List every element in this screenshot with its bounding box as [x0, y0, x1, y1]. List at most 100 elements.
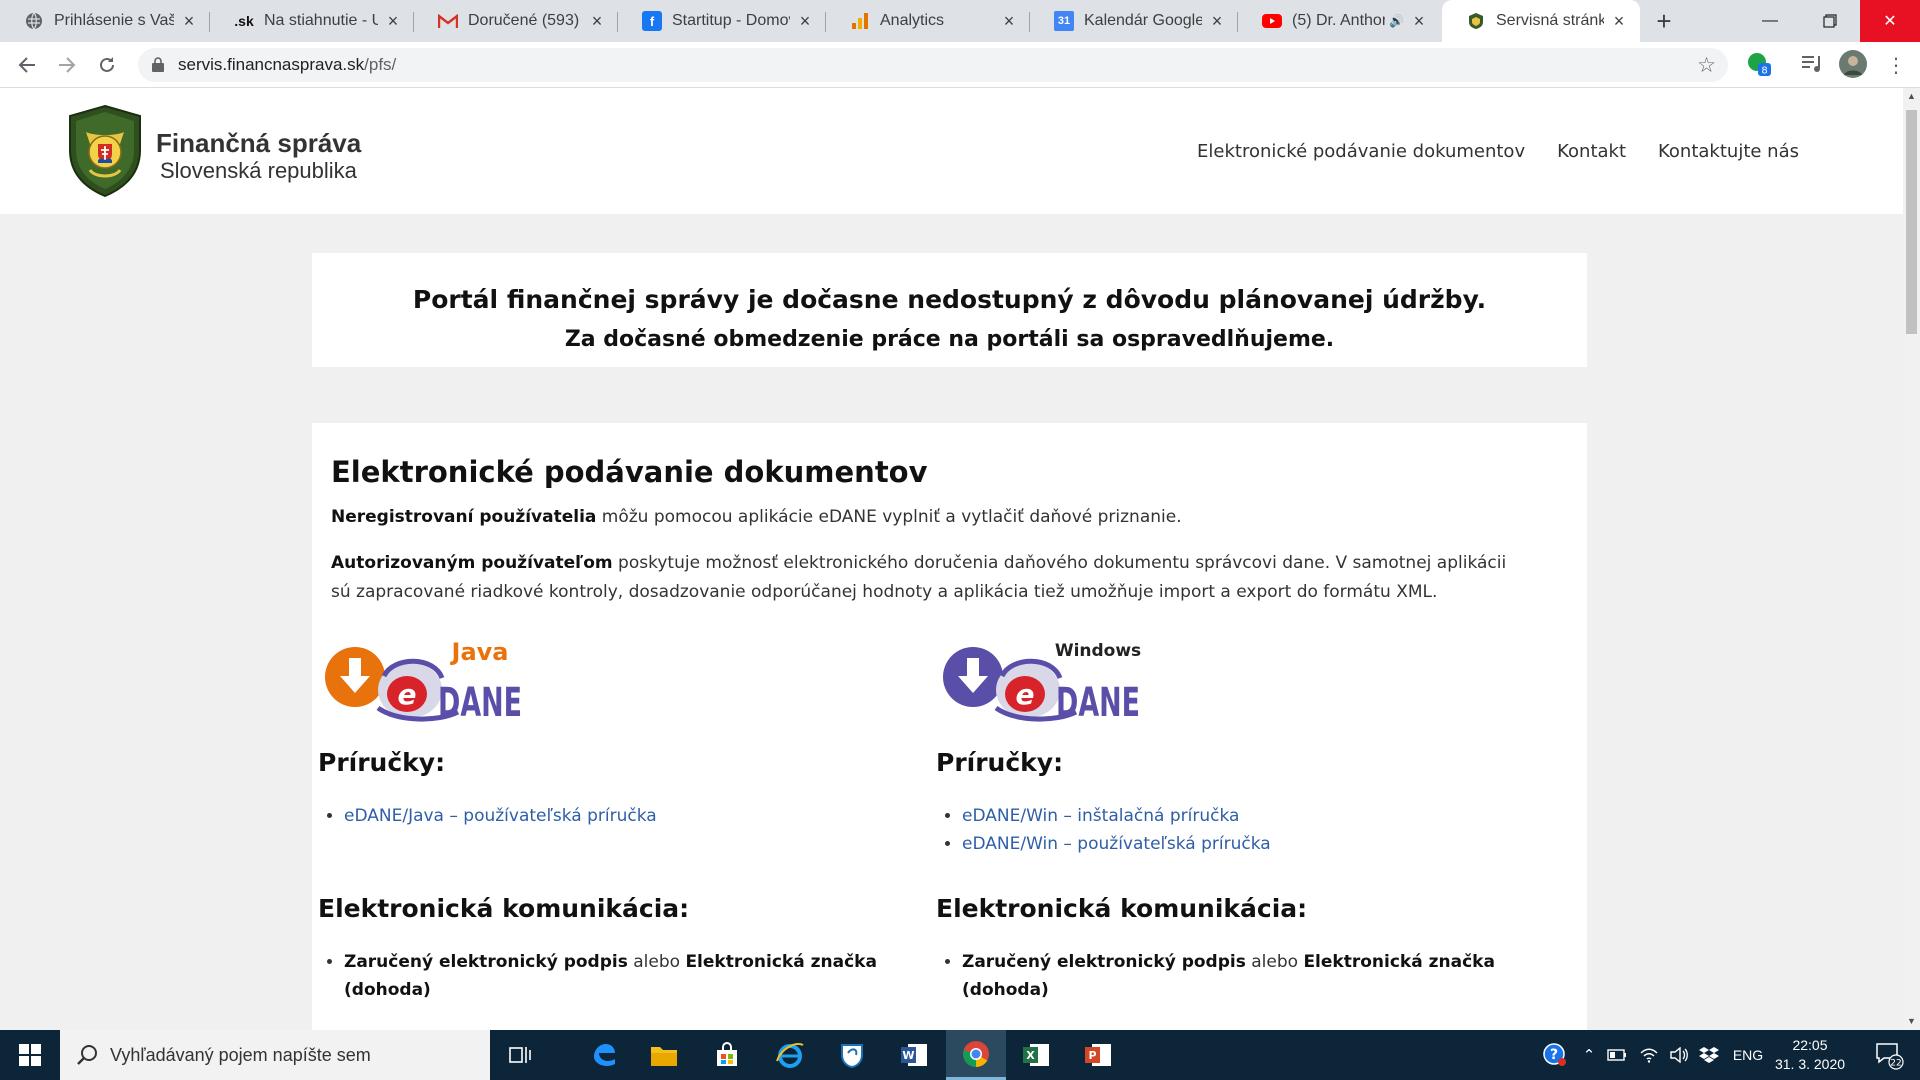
tab-kalendar[interactable]: 31 Kalendár Google - × — [1030, 0, 1238, 42]
win-manuals-heading: Príručky: — [936, 748, 1064, 777]
facebook-icon: f — [642, 11, 662, 31]
clock-date: 31. 3. 2020 — [1774, 1056, 1846, 1072]
extension-icon[interactable]: 8 — [1746, 51, 1772, 82]
tab-servisna-stranka[interactable]: Servisná stránka - × — [1442, 0, 1640, 42]
tab-title: Doručené (593) - n — [468, 12, 582, 29]
chrome-menu-icon[interactable]: ⋮ — [1886, 53, 1906, 78]
chevron-up-icon[interactable]: ⌃ — [1578, 1030, 1600, 1080]
browser-toolbar: servis.financnasprava.sk/pfs/ ☆ 8 ⋮ — [0, 42, 1920, 88]
win-manuals-list: eDANE/Win – inštalačná príručka eDANE/Wi… — [962, 802, 1271, 858]
financna-sprava-emblem[interactable] — [68, 104, 142, 198]
search-placeholder: Vyhľadávaný pojem napíšte sem — [110, 1045, 371, 1065]
forward-button[interactable] — [52, 50, 82, 80]
dropbox-icon[interactable] — [1696, 1030, 1722, 1080]
page-viewport: Finančná správa Slovenská republika Elek… — [0, 88, 1903, 1030]
clock-time: 22:05 — [1792, 1037, 1828, 1053]
windows-taskbar: Vyhľadávaný pojem napíšte sem W X P ? ⌃ — [0, 1030, 1920, 1080]
excel-icon[interactable]: X — [1006, 1030, 1066, 1080]
close-icon[interactable]: × — [1208, 12, 1226, 30]
edane-java-download-button[interactable]: e Java DANE — [322, 638, 562, 734]
win-communication-heading: Elektronická komunikácia: — [936, 894, 1308, 923]
media-controls-icon[interactable] — [1800, 53, 1824, 80]
store-icon[interactable] — [697, 1030, 757, 1080]
close-icon[interactable]: × — [1000, 12, 1018, 30]
shield-app-icon[interactable] — [822, 1030, 882, 1080]
close-icon[interactable]: × — [796, 12, 814, 30]
tab-strip: Prihlásenie s Vaším × .sk Na stiahnutie … — [0, 0, 1920, 42]
tab-title: Startitup - Domov — [672, 12, 790, 29]
battery-icon[interactable] — [1604, 1030, 1630, 1080]
address-bar[interactable]: servis.financnasprava.sk/pfs/ ☆ — [138, 48, 1728, 82]
new-tab-button[interactable]: + — [1650, 7, 1678, 35]
nav-kontakt[interactable]: Kontakt — [1557, 141, 1626, 162]
profile-avatar[interactable] — [1838, 49, 1868, 84]
list-item: Zaručený elektronický podpis alebo Elekt… — [962, 948, 1530, 1004]
nav-kontaktujte-nas[interactable]: Kontaktujte nás — [1658, 141, 1799, 162]
task-view-icon[interactable] — [490, 1030, 550, 1080]
close-icon[interactable]: × — [1610, 12, 1628, 30]
minimize-button[interactable]: — — [1740, 0, 1800, 42]
svg-text:Java: Java — [450, 638, 509, 666]
svg-text:e: e — [398, 678, 417, 711]
clock[interactable]: 22:05 31. 3. 2020 — [1770, 1036, 1850, 1074]
gmail-icon — [438, 11, 458, 31]
tab-na-stiahnutie[interactable]: .sk Na stiahnutie - UP × — [210, 0, 414, 42]
lock-icon[interactable] — [152, 57, 164, 72]
close-icon[interactable]: × — [1410, 12, 1428, 30]
tab-title: Prihlásenie s Vaším — [54, 12, 174, 29]
close-icon[interactable]: × — [384, 12, 402, 30]
help-icon[interactable]: ? — [1538, 1030, 1572, 1080]
list-item: eDANE/Win – používateľská príručka — [962, 830, 1271, 858]
sk-favicon-icon: .sk — [234, 13, 254, 29]
windows-logo-icon — [19, 1044, 41, 1066]
speaker-icon[interactable]: 🔊 — [1389, 14, 1404, 28]
brand-country: Slovenská republika — [160, 158, 357, 183]
scroll-up-arrow[interactable]: ▲ — [1903, 88, 1920, 105]
notice-headline: Portál finančnej správy je dočasne nedos… — [412, 285, 1487, 314]
edge-icon[interactable] — [574, 1030, 634, 1080]
win-install-manual-link[interactable]: eDANE/Win – inštalačná príručka — [962, 806, 1239, 826]
nav-elektronicke-podavanie[interactable]: Elektronické podávanie dokumentov — [1197, 141, 1525, 162]
svg-text:DANE: DANE — [1056, 680, 1140, 726]
bookmark-star-icon[interactable]: ☆ — [1697, 53, 1716, 78]
close-icon[interactable]: × — [588, 12, 606, 30]
svg-text:X: X — [1026, 1049, 1035, 1062]
brand-name: Finančná správa — [156, 128, 362, 158]
internet-explorer-icon[interactable] — [760, 1030, 820, 1080]
section-title: Elektronické podávanie dokumentov — [331, 455, 928, 489]
notification-center-icon[interactable]: 22 — [1864, 1030, 1914, 1080]
youtube-icon — [1262, 11, 1282, 31]
list-item: eDANE/Win – inštalačná príručka — [962, 802, 1271, 830]
tab-analytics[interactable]: Analytics × — [826, 0, 1030, 42]
powerpoint-icon[interactable]: P — [1068, 1030, 1128, 1080]
java-manuals-list: eDANE/Java – používateľská príručka — [344, 802, 657, 830]
tab-youtube[interactable]: (5) Dr. Anthon 🔊 × — [1238, 0, 1440, 42]
main-content-card: Elektronické podávanie dokumentov Neregi… — [312, 423, 1587, 1030]
win-user-manual-link[interactable]: eDANE/Win – používateľská príručka — [962, 834, 1271, 854]
java-communication-heading: Elektronická komunikácia: — [318, 894, 690, 923]
close-icon[interactable]: × — [180, 12, 198, 30]
wifi-icon[interactable] — [1636, 1030, 1662, 1080]
restore-button[interactable] — [1800, 0, 1860, 42]
scroll-down-arrow[interactable]: ▼ — [1903, 1013, 1920, 1030]
start-button[interactable] — [0, 1030, 60, 1080]
taskbar-search-box[interactable]: Vyhľadávaný pojem napíšte sem — [60, 1030, 490, 1080]
java-user-manual-link[interactable]: eDANE/Java – používateľská príručka — [344, 806, 657, 826]
word-icon[interactable]: W — [884, 1030, 944, 1080]
svg-text:DANE: DANE — [438, 680, 522, 726]
volume-icon[interactable] — [1666, 1030, 1692, 1080]
tab-prihlasenie[interactable]: Prihlásenie s Vaším × — [0, 0, 210, 42]
tab-gmail[interactable]: Doručené (593) - n × — [414, 0, 618, 42]
edane-windows-download-button[interactable]: e Windows DANE — [940, 638, 1180, 734]
svg-text:8: 8 — [1761, 66, 1767, 77]
window-close-button[interactable]: ✕ — [1860, 0, 1920, 42]
chrome-icon[interactable] — [946, 1030, 1006, 1080]
tab-startitup[interactable]: f Startitup - Domov × — [618, 0, 826, 42]
reload-button[interactable] — [92, 50, 122, 80]
scroll-thumb[interactable] — [1906, 110, 1917, 334]
language-indicator[interactable]: ENG — [1728, 1030, 1768, 1080]
top-navigation: Elektronické podávanie dokumentov Kontak… — [1197, 141, 1799, 162]
back-button[interactable] — [12, 50, 42, 80]
file-explorer-icon[interactable] — [634, 1030, 694, 1080]
page-scrollbar[interactable]: ▲ ▼ — [1903, 88, 1920, 1030]
